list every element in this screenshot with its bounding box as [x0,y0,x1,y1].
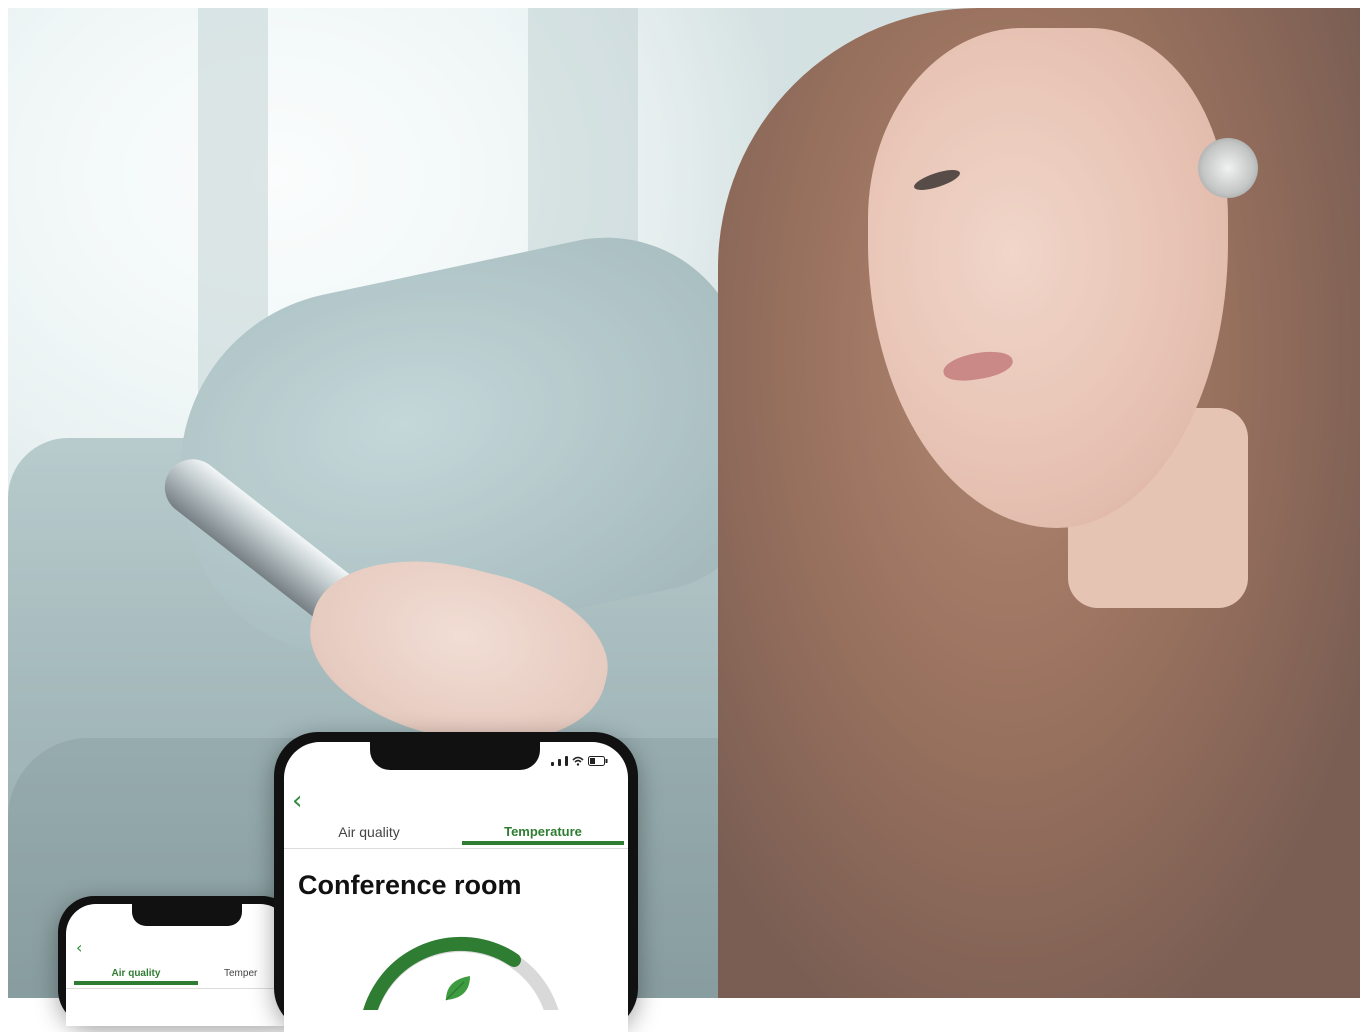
room-title: Conference room [298,870,522,900]
back-chevron-icon[interactable]: ‹ [292,788,302,814]
back-phone-tabs: Air quality Temper [66,962,290,989]
front-phone-screen: ‹ Air quality Temperature Conference roo… [284,742,628,1032]
tab-air-quality[interactable]: Air quality [74,968,198,985]
front-phone-mockup: ‹ Air quality Temperature Conference roo… [274,732,638,1032]
signal-icon [551,762,554,766]
wifi-icon [572,756,584,766]
battery-icon [588,756,608,766]
back-phone-mockup: ‹ Air quality Temper [58,896,298,1026]
background-photo [8,8,1360,998]
back-chevron-icon[interactable]: ‹ [76,938,82,957]
tab-air-quality[interactable]: Air quality [304,824,434,840]
phone-notch [132,904,242,926]
status-bar-icons [551,754,608,766]
front-phone-tabs: Air quality Temperature [284,818,628,849]
tab-temperature[interactable]: Temperature [462,824,624,845]
back-phone-screen: ‹ Air quality Temper [66,904,290,1026]
phone-notch [370,742,540,770]
temperature-gauge [363,936,559,1010]
